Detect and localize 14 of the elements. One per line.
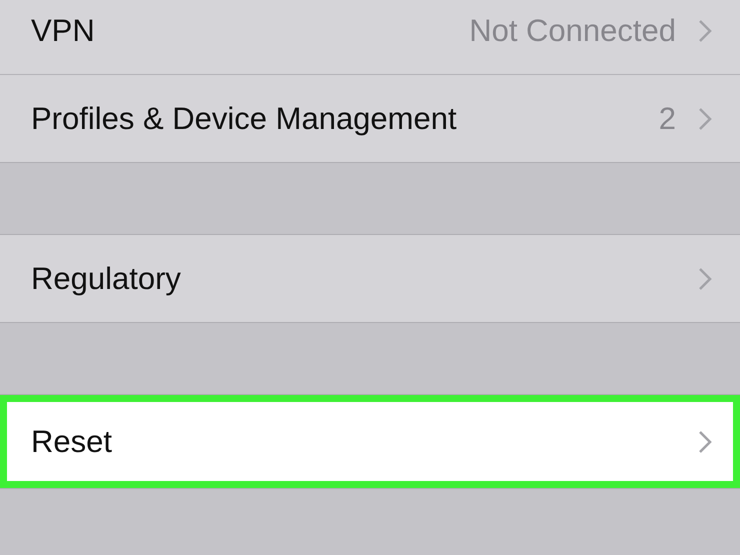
chevron-icon [698,430,712,454]
settings-row[interactable]: VPN Not Connected [0,0,740,75]
row-label: Profiles & Device Management [31,100,458,136]
row-label: VPN [31,13,96,49]
settings-row[interactable]: Profiles & Device Management 2 [0,75,740,162]
settings-row[interactable]: Reset [0,395,740,488]
chevron-icon [698,266,712,290]
row-label: Reset [31,424,113,460]
row-value: 2 [658,100,676,136]
chevron-icon [698,106,712,130]
chevron-icon [698,19,712,43]
row-value: Not Connected [469,13,676,49]
row-label: Regulatory [31,260,182,296]
settings-row[interactable]: Regulatory [0,235,740,322]
